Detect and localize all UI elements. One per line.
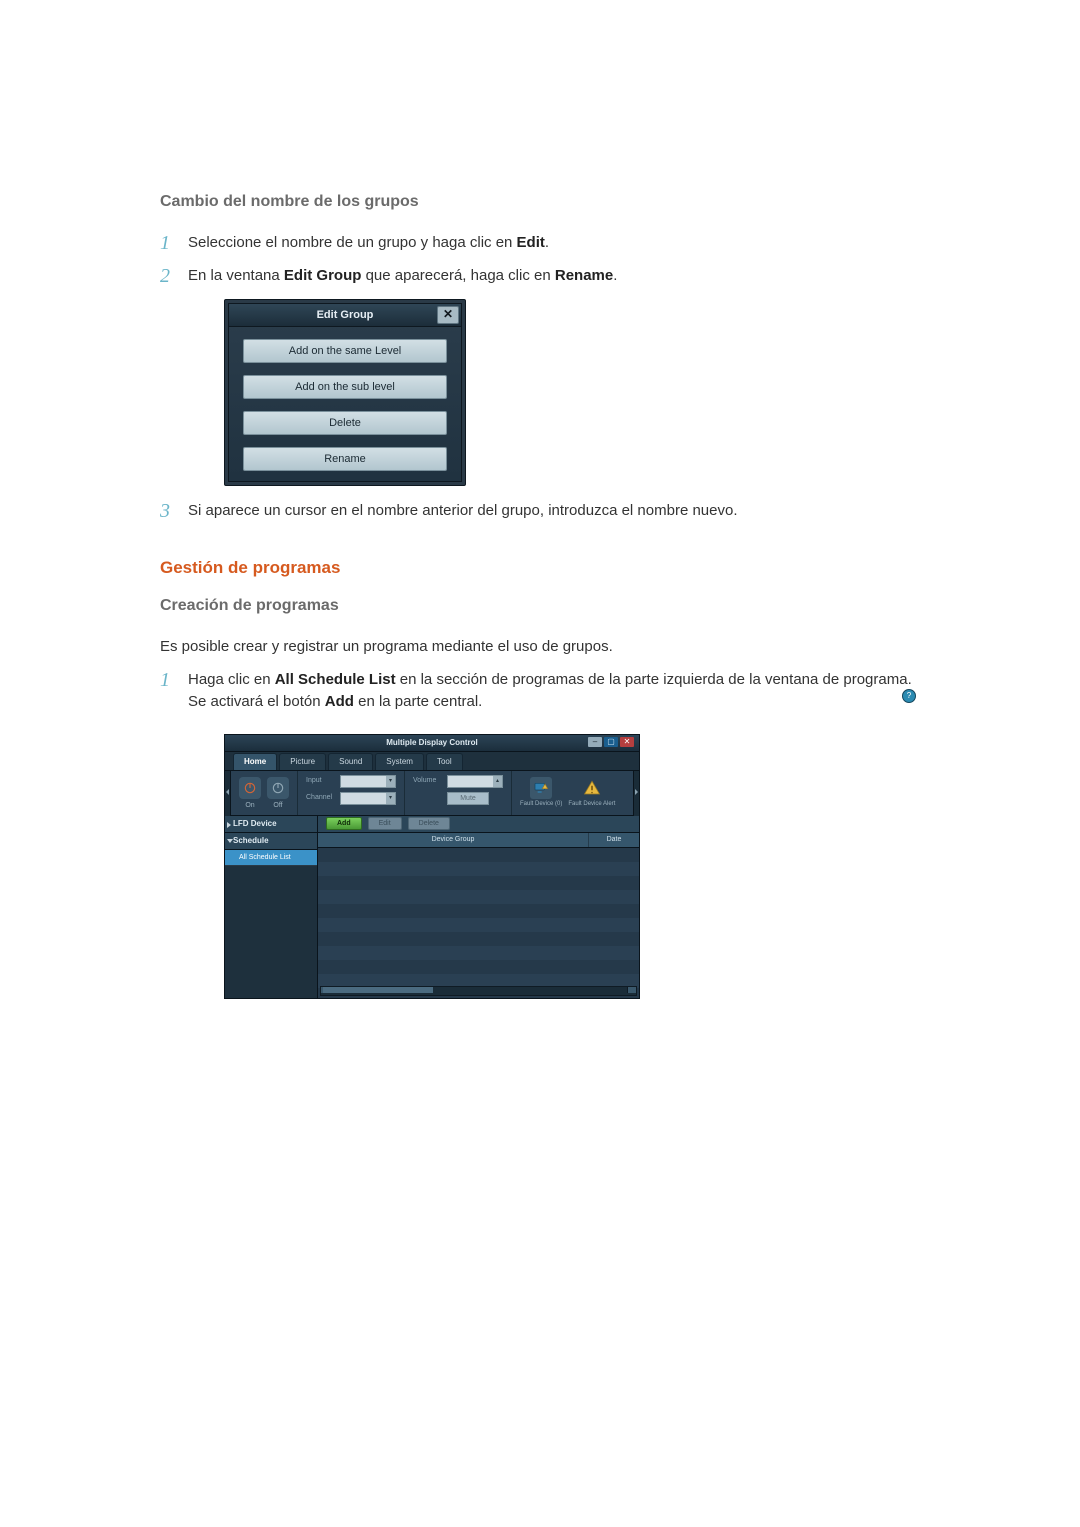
- step-2-text-a: En la ventana: [188, 267, 284, 284]
- step-number: 1: [160, 228, 170, 258]
- window-minimize-button[interactable]: –: [588, 737, 602, 747]
- grid-row: [318, 904, 639, 918]
- step-number: 2: [160, 261, 170, 291]
- step-2-text-e: .: [613, 267, 617, 284]
- grid-row: [318, 960, 639, 974]
- mdc-title-text: Multiple Display Control: [225, 737, 639, 749]
- schedule-toolbar: Add Edit Delete: [318, 816, 639, 833]
- step-2: 2 En la ventana Edit Group que aparecerá…: [160, 265, 920, 487]
- mute-button[interactable]: Mute: [447, 792, 489, 805]
- dialog-button-add-same-level[interactable]: Add on the same Level: [243, 339, 447, 363]
- bold-rename: Rename: [555, 267, 613, 284]
- window-close-button[interactable]: ✕: [620, 737, 634, 747]
- dialog-button-rename[interactable]: Rename: [243, 447, 447, 471]
- bold-edit-group: Edit Group: [284, 267, 362, 284]
- tab-picture[interactable]: Picture: [279, 753, 326, 770]
- step-2-text-c: que aparecerá, haga clic en: [361, 267, 554, 284]
- power-on-button[interactable]: [239, 777, 261, 799]
- power-off-button[interactable]: [267, 777, 289, 799]
- sidebar-lfd-label: LFD Device: [233, 819, 277, 828]
- caret-right-icon: [227, 822, 231, 828]
- spinner-icon: ▴: [493, 776, 502, 787]
- input-dropdown[interactable]: ▾: [340, 775, 396, 788]
- monitor-warning-icon: [533, 780, 549, 796]
- warning-triangle-icon: [583, 779, 601, 797]
- window-maximize-button[interactable]: ▢: [604, 737, 618, 747]
- grid-row: [318, 932, 639, 946]
- sidebar-item-all-schedule-list[interactable]: All Schedule List: [225, 850, 317, 866]
- step-1-text-c: .: [545, 234, 549, 251]
- bold-all-schedule-list: All Schedule List: [275, 671, 396, 688]
- sched-step-1: 1 Haga clic en All Schedule List en la s…: [160, 669, 920, 999]
- mdc-titlebar: Multiple Display Control – ▢ ✕: [225, 735, 639, 752]
- fault-device-icon[interactable]: [530, 777, 552, 799]
- channel-label: Channel: [306, 793, 340, 804]
- grid-header: Device Group Date: [318, 833, 639, 848]
- power-icon: [271, 781, 285, 795]
- fault-alert-label: Fault Device Alert: [568, 801, 615, 808]
- dialog-button-add-sub-level[interactable]: Add on the sub level: [243, 375, 447, 399]
- step-number: 3: [160, 496, 170, 526]
- figure-edit-group-dialog: Edit Group ✕ Add on the same Level Add o…: [224, 299, 466, 486]
- horizontal-scrollbar[interactable]: [320, 986, 637, 996]
- edit-button[interactable]: Edit: [368, 817, 402, 830]
- grid-row: [318, 890, 639, 904]
- tab-sound[interactable]: Sound: [328, 753, 373, 770]
- scroll-right-arrow[interactable]: [627, 987, 636, 993]
- bold-edit: Edit: [517, 234, 545, 251]
- grid-row: [318, 876, 639, 890]
- column-date[interactable]: Date: [588, 833, 639, 847]
- caret-down-icon: [227, 839, 233, 843]
- delete-button[interactable]: Delete: [408, 817, 450, 830]
- paragraph-create-schedule: Es posible crear y registrar un programa…: [160, 636, 920, 659]
- step-number: 1: [160, 665, 170, 695]
- volume-spinner[interactable]: ▴: [447, 775, 503, 788]
- help-button[interactable]: ?: [902, 689, 916, 703]
- power-icon: [243, 781, 257, 795]
- step-3: 3 Si aparece un cursor en el nombre ante…: [160, 500, 920, 523]
- channel-dropdown[interactable]: ▾: [340, 792, 396, 805]
- grid-row: [318, 946, 639, 960]
- step-1: 1 Seleccione el nombre de un grupo y hag…: [160, 232, 920, 255]
- bold-add: Add: [325, 693, 354, 710]
- sidebar-schedule-label: Schedule: [233, 836, 269, 845]
- mdc-sidebar: LFD Device Schedule All Schedule List: [225, 816, 318, 998]
- power-off-label: Off: [273, 801, 282, 812]
- tab-home[interactable]: Home: [233, 753, 277, 770]
- tab-system[interactable]: System: [375, 753, 424, 770]
- dialog-title: Edit Group: [317, 307, 374, 324]
- mdc-tab-strip: Home Picture Sound System Tool ?: [225, 752, 639, 771]
- grid-body: [318, 848, 639, 998]
- ribbon-right-collapse[interactable]: [633, 771, 639, 816]
- mdc-main-area: Add Edit Delete Device Group Date: [318, 816, 639, 998]
- heading-rename-groups: Cambio del nombre de los grupos: [160, 190, 920, 214]
- chevron-down-icon: ▾: [386, 776, 395, 787]
- step-1-text-a: Seleccione el nombre de un grupo y haga …: [188, 234, 517, 251]
- grid-row: [318, 862, 639, 876]
- fault-alert-icon[interactable]: [581, 777, 603, 799]
- volume-label: Volume: [413, 776, 447, 787]
- sidebar-section-schedule[interactable]: Schedule: [225, 833, 317, 850]
- input-label: Input: [306, 776, 340, 787]
- heading-create-schedule: Creación de programas: [160, 594, 920, 618]
- tab-tool[interactable]: Tool: [426, 753, 463, 770]
- figure-mdc-window: Multiple Display Control – ▢ ✕ Home Pict…: [224, 734, 640, 999]
- fault-device-count-label: Fault Device (0): [520, 801, 562, 808]
- column-device-group[interactable]: Device Group: [318, 833, 588, 847]
- step-3-text: Si aparece un cursor en el nombre anteri…: [188, 502, 738, 519]
- chevron-down-icon: ▾: [386, 793, 395, 804]
- dialog-button-delete[interactable]: Delete: [243, 411, 447, 435]
- dialog-close-button[interactable]: ✕: [437, 306, 459, 324]
- scrollbar-thumb[interactable]: [323, 987, 433, 993]
- grid-row: [318, 848, 639, 862]
- add-button[interactable]: Add: [326, 817, 362, 830]
- power-on-label: On: [245, 801, 254, 812]
- grid-row: [318, 918, 639, 932]
- dialog-titlebar: Edit Group ✕: [229, 304, 461, 327]
- heading-schedule-management: Gestión de programas: [160, 555, 920, 581]
- sched-step-1-a: Haga clic en: [188, 671, 275, 688]
- sched-step-1-e: en la parte central.: [354, 693, 482, 710]
- sidebar-section-lfd-device[interactable]: LFD Device: [225, 816, 317, 833]
